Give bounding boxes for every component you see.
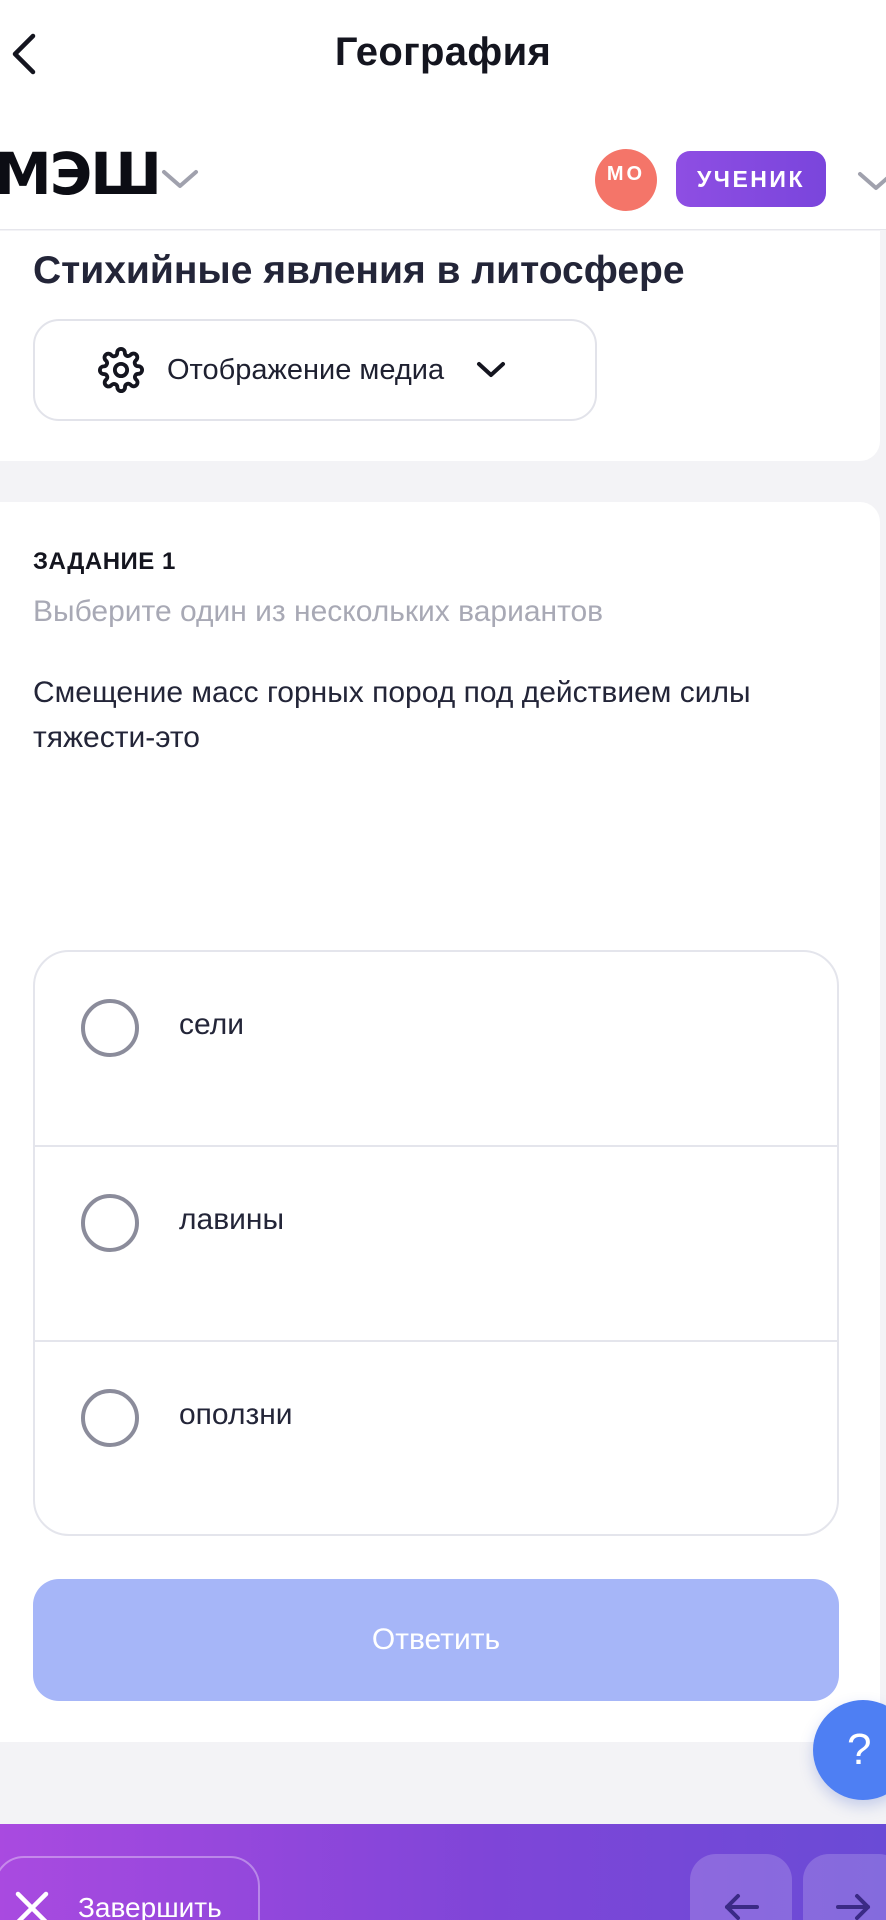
arrow-right-icon: [836, 1894, 870, 1920]
answer-options: сели лавины оползни: [33, 950, 839, 1536]
finish-button[interactable]: Завершить: [0, 1856, 260, 1920]
media-display-button[interactable]: Отображение медиа: [33, 319, 597, 421]
avatar[interactable]: МО: [595, 149, 657, 211]
close-icon: [15, 1891, 49, 1920]
page-title: География: [334, 30, 552, 74]
option-label: сели: [179, 1008, 244, 1041]
option-laviny[interactable]: лавины: [35, 1147, 837, 1342]
bottom-bar: Завершить: [0, 1824, 886, 1920]
chevron-down-icon[interactable]: [160, 168, 200, 192]
quiz-screen: География МЭШ МО УЧЕНИК Стихийные явлени…: [0, 0, 886, 1920]
radio-button[interactable]: [81, 1389, 139, 1447]
option-opolzni[interactable]: оползни: [35, 1342, 837, 1534]
option-label: лавины: [179, 1203, 285, 1236]
app-logo: МЭШ: [0, 140, 162, 208]
help-icon: ?: [847, 1725, 872, 1774]
task-number: ЗАДАНИЕ 1: [33, 548, 176, 575]
next-task-button[interactable]: [803, 1854, 886, 1920]
radio-button[interactable]: [81, 999, 139, 1057]
previous-task-button[interactable]: [690, 1854, 792, 1920]
chevron-down-icon[interactable]: [856, 170, 886, 194]
finish-label: Завершить: [78, 1892, 222, 1920]
task-hint: Выберите один из нескольких вариантов: [33, 595, 604, 628]
option-seli[interactable]: сели: [35, 952, 837, 1147]
option-label: оползни: [179, 1398, 293, 1431]
question-text: Смещение масс горных пород под действием…: [33, 676, 751, 754]
lesson-title: Стихийные явления в литосфере: [33, 249, 685, 292]
chevron-down-icon: [477, 362, 506, 377]
top-bar: География МЭШ МО УЧЕНИК: [0, 0, 886, 230]
media-button-label: Отображение медиа: [167, 353, 445, 386]
radio-button[interactable]: [81, 1194, 139, 1252]
answer-button[interactable]: Ответить: [33, 1579, 839, 1701]
task-card: ЗАДАНИЕ 1 Выберите один из нескольких ва…: [0, 502, 880, 1742]
arrow-left-icon: [725, 1894, 759, 1920]
lesson-card: Стихийные явления в литосфере Отображени…: [0, 231, 880, 461]
role-badge[interactable]: УЧЕНИК: [676, 151, 826, 207]
gear-icon: [98, 347, 144, 393]
